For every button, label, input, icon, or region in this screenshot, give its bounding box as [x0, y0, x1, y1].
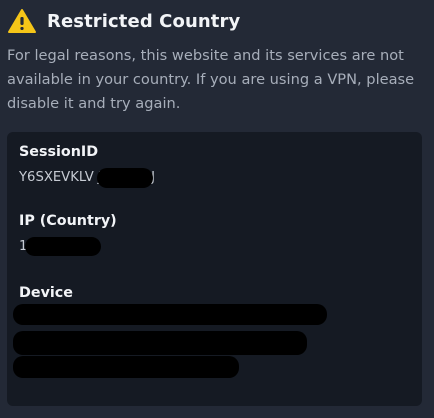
- ip-country-label: IP (Country): [19, 213, 117, 229]
- warning-icon: [7, 8, 37, 34]
- device-label: Device: [19, 285, 73, 301]
- device-redaction-line-2: [13, 331, 307, 355]
- restriction-message: For legal reasons, this website and its …: [7, 47, 415, 112]
- session-id-redaction: [97, 168, 153, 188]
- restriction-header: Restricted Country: [7, 8, 240, 34]
- ip-redaction: [25, 237, 101, 256]
- page-title: Restricted Country: [47, 10, 241, 32]
- session-id-label: SessionID: [19, 144, 99, 160]
- device-redaction-line-1: [13, 304, 327, 325]
- session-details-panel: SessionID Y6SXEVKLV J2SFFXCJ IP (Country…: [7, 132, 422, 406]
- device-redaction-line-3: [13, 356, 239, 378]
